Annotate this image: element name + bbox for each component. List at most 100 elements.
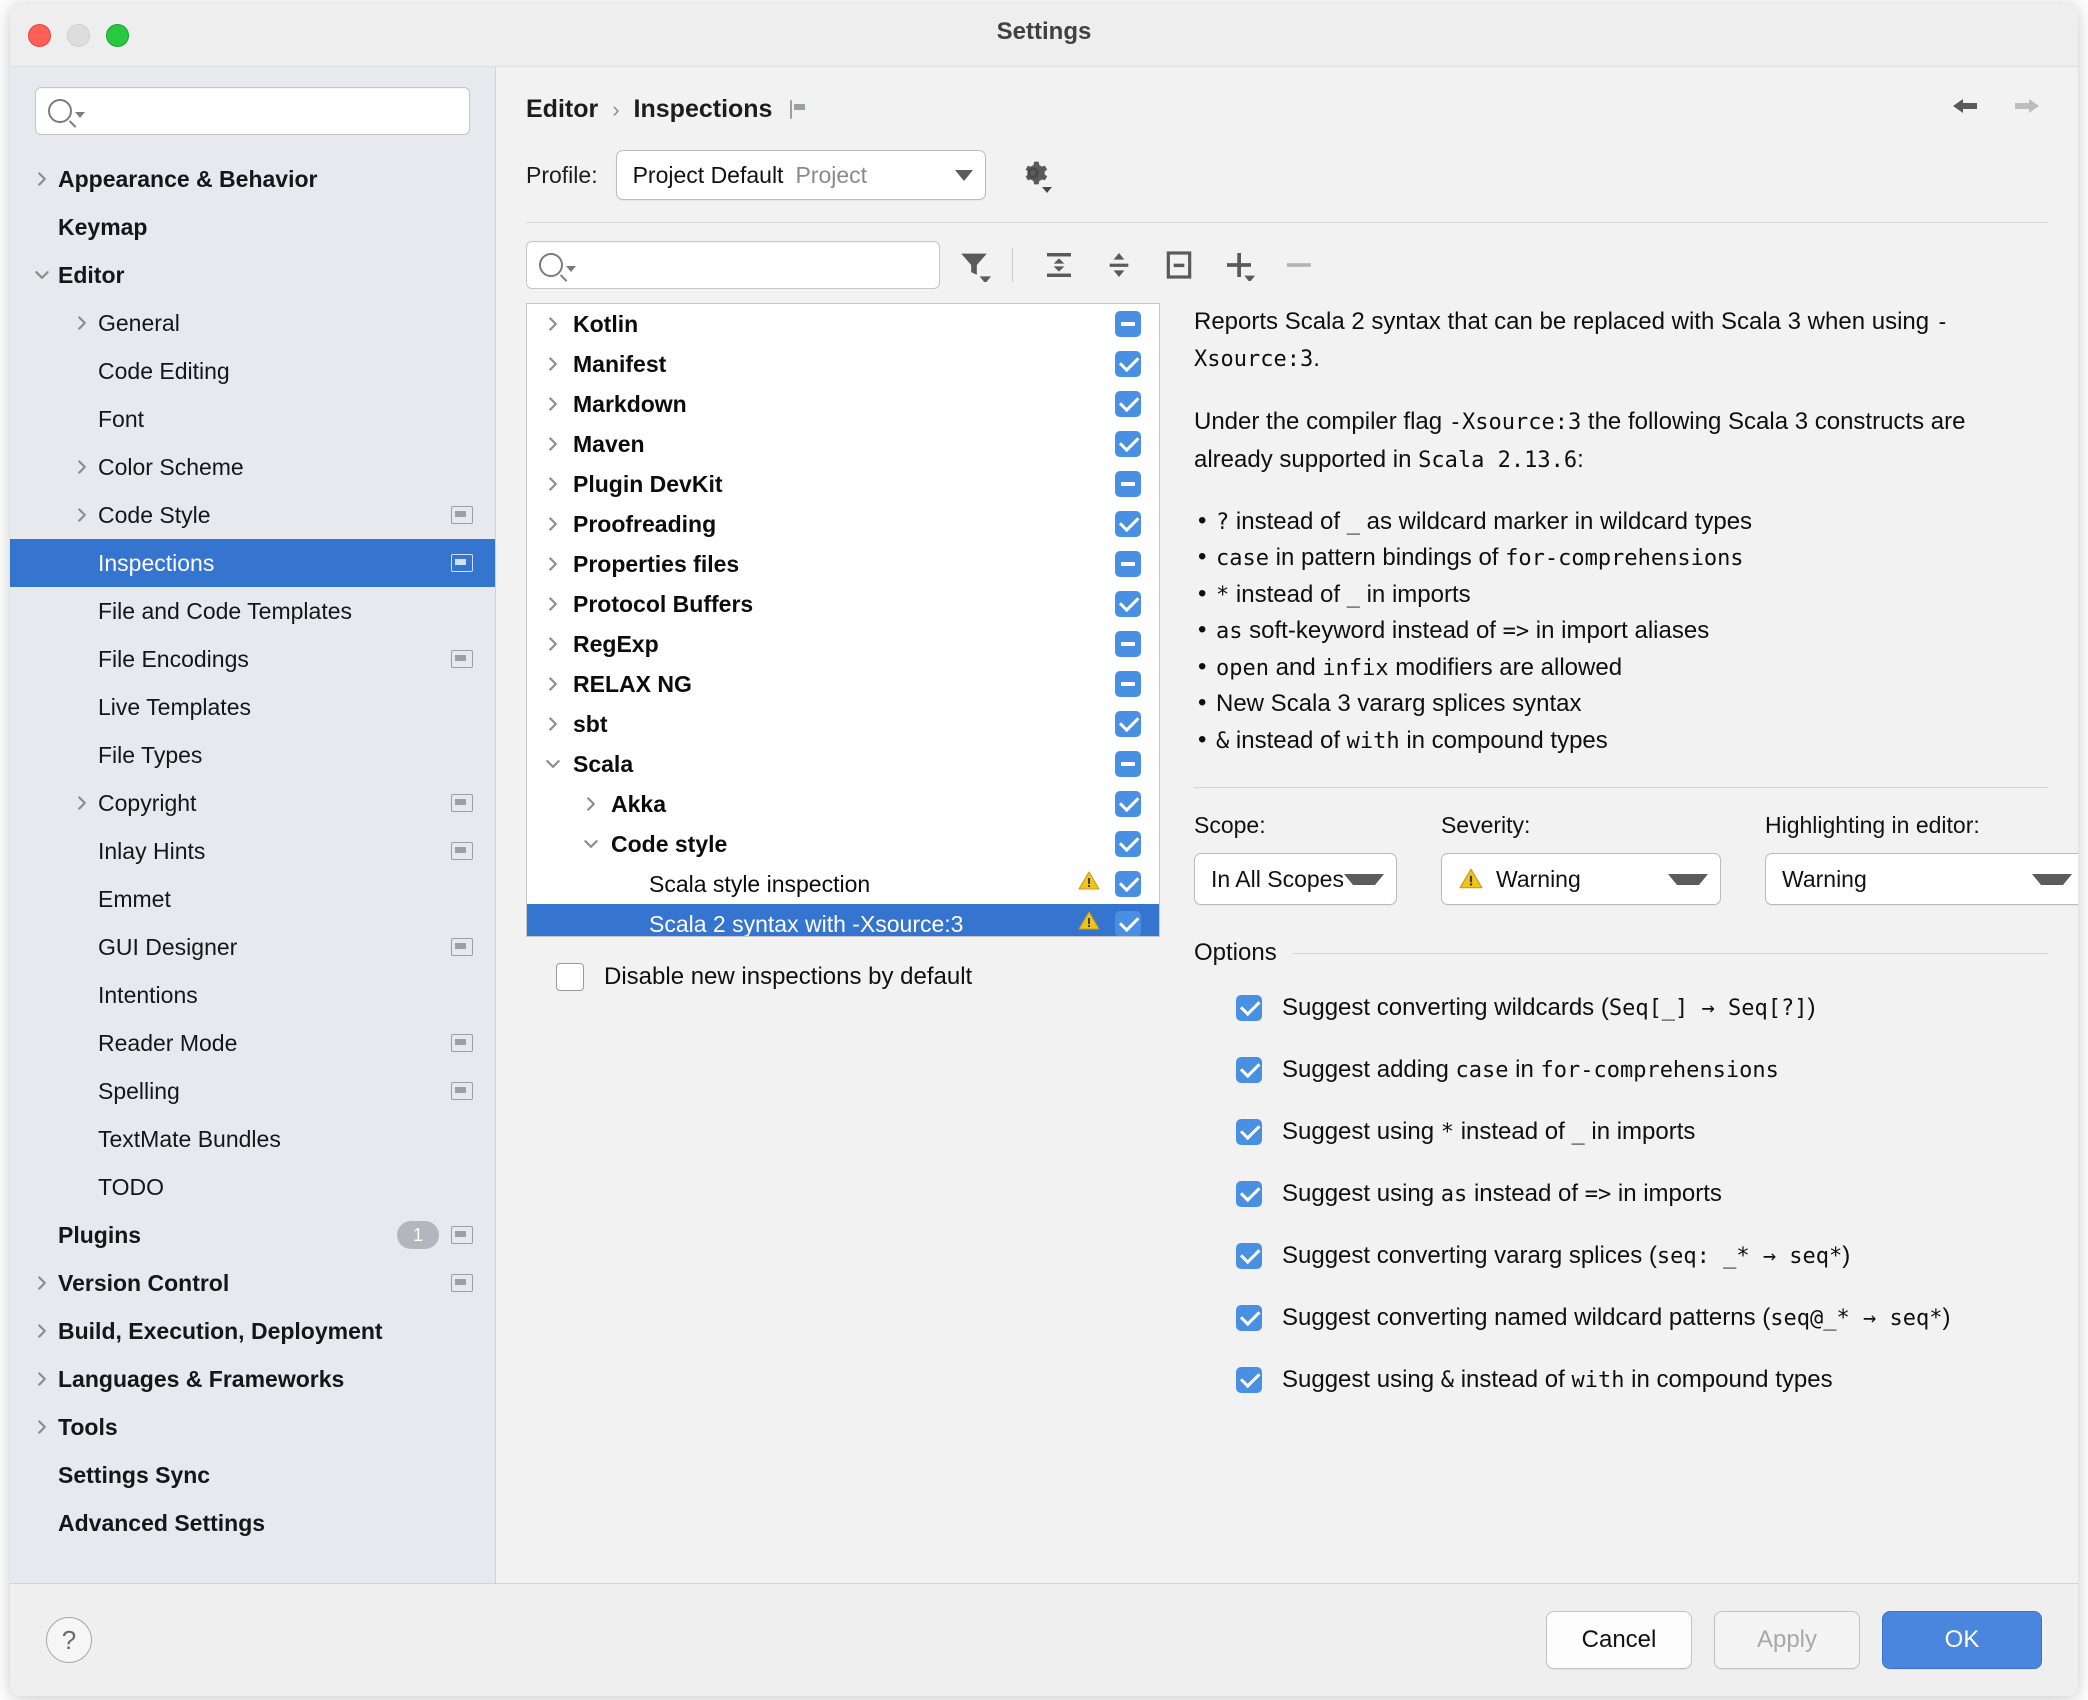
inspection-tree-row[interactable]: Markdown: [527, 384, 1159, 424]
back-arrow-icon[interactable]: [1948, 89, 1982, 123]
sidebar-item-file-encodings[interactable]: File Encodings: [10, 635, 495, 683]
sidebar-item-advanced-settings[interactable]: Advanced Settings: [10, 1499, 495, 1547]
profile-dropdown[interactable]: Project Default Project: [615, 150, 986, 200]
cancel-button[interactable]: Cancel: [1546, 1611, 1692, 1669]
sidebar-item-todo[interactable]: TODO: [10, 1163, 495, 1211]
inspection-checkbox[interactable]: [1115, 751, 1141, 777]
collapse-all-icon[interactable]: [1093, 242, 1145, 288]
inspection-tree-row[interactable]: Manifest: [527, 344, 1159, 384]
sidebar-item-intentions[interactable]: Intentions: [10, 971, 495, 1019]
sidebar-item-color-scheme[interactable]: Color Scheme: [10, 443, 495, 491]
chevron-right-icon[interactable]: [26, 1370, 58, 1388]
inspection-checkbox[interactable]: [1115, 831, 1141, 857]
inspection-checkbox[interactable]: [1115, 871, 1141, 897]
option-row[interactable]: Suggest converting vararg splices (seq: …: [1194, 1225, 2048, 1287]
filter-icon[interactable]: [948, 242, 1000, 288]
sidebar-item-textmate-bundles[interactable]: TextMate Bundles: [10, 1115, 495, 1163]
inspection-tree-row[interactable]: Code style: [527, 824, 1159, 864]
inspection-tree-row[interactable]: Proofreading: [527, 504, 1159, 544]
sidebar-item-spelling[interactable]: Spelling: [10, 1067, 495, 1115]
option-row[interactable]: Suggest using & instead of with in compo…: [1194, 1349, 2048, 1411]
inspection-tree-row[interactable]: Protocol Buffers: [527, 584, 1159, 624]
sidebar-item-languages-frameworks[interactable]: Languages & Frameworks: [10, 1355, 495, 1403]
inspection-checkbox[interactable]: [1115, 431, 1141, 457]
option-checkbox[interactable]: [1236, 1367, 1262, 1394]
inspection-tree-row[interactable]: Maven: [527, 424, 1159, 464]
inspection-checkbox[interactable]: [1115, 311, 1141, 337]
help-button[interactable]: ?: [46, 1617, 92, 1663]
chevron-right-icon[interactable]: [26, 170, 58, 188]
chevron-right-icon[interactable]: [571, 795, 611, 813]
sidebar-item-settings-sync[interactable]: Settings Sync: [10, 1451, 495, 1499]
sidebar-item-font[interactable]: Font: [10, 395, 495, 443]
option-row[interactable]: Suggest adding case in for-comprehension…: [1194, 1039, 2048, 1101]
inspections-tree-panel[interactable]: Kotlin Manifest Markdown Maven Plugin DevKit…: [526, 303, 1160, 937]
sidebar-search-input[interactable]: [35, 87, 470, 135]
sidebar-item-general[interactable]: General: [10, 299, 495, 347]
reset-to-empty-icon[interactable]: [1153, 242, 1205, 288]
chevron-right-icon[interactable]: [26, 1322, 58, 1340]
inspection-checkbox[interactable]: [1115, 671, 1141, 697]
sidebar-item-appearance-behavior[interactable]: Appearance & Behavior: [10, 155, 495, 203]
inspection-checkbox[interactable]: [1115, 911, 1141, 936]
chevron-right-icon[interactable]: [533, 515, 573, 533]
severity-dropdown[interactable]: Warning: [1440, 853, 1721, 906]
inspection-tree-row[interactable]: Kotlin: [527, 304, 1159, 344]
sidebar-item-version-control[interactable]: Version Control: [10, 1259, 495, 1307]
chevron-right-icon[interactable]: [533, 595, 573, 613]
option-row[interactable]: Suggest converting wildcards (Seq[_] → S…: [1194, 977, 2048, 1039]
remove-icon[interactable]: [1273, 242, 1325, 288]
inspection-tree-row[interactable]: sbt: [527, 704, 1159, 744]
inspection-tree-row[interactable]: RELAX NG: [527, 664, 1159, 704]
option-checkbox[interactable]: [1236, 1181, 1262, 1208]
inspection-tree-row[interactable]: Scala 2 syntax with -Xsource:3: [527, 904, 1159, 936]
option-checkbox[interactable]: [1236, 1305, 1262, 1332]
sidebar-item-gui-designer[interactable]: GUI Designer: [10, 923, 495, 971]
chevron-right-icon[interactable]: [533, 395, 573, 413]
inspection-checkbox[interactable]: [1115, 631, 1141, 657]
inspection-tree-row[interactable]: Plugin DevKit: [527, 464, 1159, 504]
sidebar-item-editor[interactable]: Editor: [10, 251, 495, 299]
chevron-right-icon[interactable]: [26, 1274, 58, 1292]
chevron-right-icon[interactable]: [66, 458, 98, 476]
inspection-tree-row[interactable]: Scala style inspection: [527, 864, 1159, 904]
sidebar-item-plugins[interactable]: Plugins 1: [10, 1211, 495, 1259]
option-checkbox[interactable]: [1236, 1057, 1262, 1084]
sidebar-item-emmet[interactable]: Emmet: [10, 875, 495, 923]
inspection-search-input[interactable]: [526, 241, 940, 289]
inspection-checkbox[interactable]: [1115, 471, 1141, 497]
chevron-right-icon[interactable]: [533, 635, 573, 653]
option-row[interactable]: Suggest using as instead of => in import…: [1194, 1163, 2048, 1225]
inspection-checkbox[interactable]: [1115, 391, 1141, 417]
sidebar-item-reader-mode[interactable]: Reader Mode: [10, 1019, 495, 1067]
sidebar-item-inspections[interactable]: Inspections: [10, 539, 495, 587]
sidebar-item-code-editing[interactable]: Code Editing: [10, 347, 495, 395]
chevron-right-icon[interactable]: [533, 715, 573, 733]
inspection-tree-row[interactable]: Properties files: [527, 544, 1159, 584]
chevron-right-icon[interactable]: [66, 794, 98, 812]
sidebar-item-build-execution-deployment[interactable]: Build, Execution, Deployment: [10, 1307, 495, 1355]
inspection-tree-row[interactable]: Scala: [527, 744, 1159, 784]
sidebar-item-file-types[interactable]: File Types: [10, 731, 495, 779]
scope-dropdown[interactable]: In All Scopes: [1194, 853, 1397, 906]
option-checkbox[interactable]: [1236, 1119, 1262, 1146]
option-row[interactable]: Suggest using * instead of _ in imports: [1194, 1101, 2048, 1163]
inspection-checkbox[interactable]: [1115, 711, 1141, 737]
profile-settings-gear-button[interactable]: [1016, 156, 1052, 195]
chevron-right-icon[interactable]: [533, 675, 573, 693]
chevron-right-icon[interactable]: [66, 314, 98, 332]
sidebar-item-keymap[interactable]: Keymap: [10, 203, 495, 251]
chevron-right-icon[interactable]: [26, 1418, 58, 1436]
sidebar-item-tools[interactable]: Tools: [10, 1403, 495, 1451]
breadcrumb-parent[interactable]: Editor: [526, 95, 598, 124]
option-row[interactable]: Suggest converting named wildcard patter…: [1194, 1287, 2048, 1349]
chevron-down-icon[interactable]: [533, 755, 573, 773]
search-dropdown-icon[interactable]: [75, 111, 85, 118]
chevron-right-icon[interactable]: [533, 555, 573, 573]
inspection-checkbox[interactable]: [1115, 551, 1141, 577]
chevron-right-icon[interactable]: [533, 315, 573, 333]
chevron-right-icon[interactable]: [66, 506, 98, 524]
sidebar-item-live-templates[interactable]: Live Templates: [10, 683, 495, 731]
inspection-checkbox[interactable]: [1115, 511, 1141, 537]
sidebar-item-code-style[interactable]: Code Style: [10, 491, 495, 539]
